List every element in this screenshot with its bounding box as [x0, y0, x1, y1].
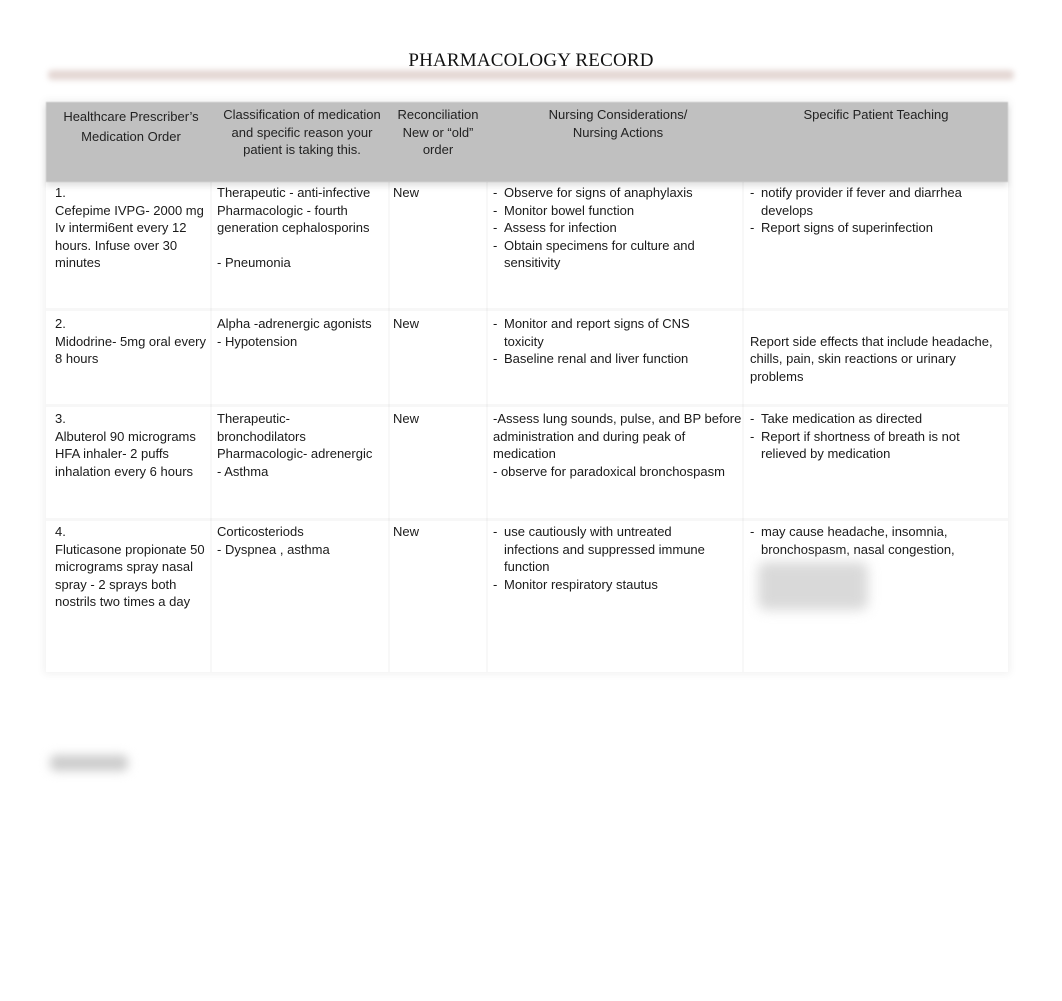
- medication-order-cell: 4. Fluticasone propionate 50 micrograms …: [55, 523, 211, 611]
- classification-line: Therapeutic - anti-infective: [217, 185, 371, 200]
- nursing-text: -Assess lung sounds, pulse, and BP befor…: [493, 411, 742, 461]
- row-number: 1.: [55, 185, 66, 200]
- teaching-list: notify provider if fever and diarrhea de…: [750, 184, 990, 237]
- nursing-item: Observe for signs of anaphylaxis: [493, 184, 741, 202]
- header-reconciliation: Reconciliation New or “old” order: [390, 106, 486, 159]
- header-line: order: [422, 142, 454, 157]
- teaching-item: Report if shortness of breath is not rel…: [750, 428, 990, 463]
- reconciliation-cell: New: [393, 411, 420, 426]
- classification-line: - Dyspnea , asthma: [217, 541, 330, 557]
- nursing-item: Monitor bowel function: [493, 202, 741, 220]
- header-line: and specific reason your: [231, 124, 373, 140]
- nursing-item: Monitor respiratory stautus: [493, 576, 723, 594]
- header-line: Nursing Considerations/: [548, 107, 688, 122]
- nursing-item: Monitor and report signs of CNS toxicity: [493, 315, 711, 350]
- classification-cell: Corticosteriods - Dyspnea , asthma: [217, 523, 389, 558]
- teaching-item: may cause headache, insomnia, bronchospa…: [750, 523, 976, 558]
- header-line: Nursing Actions: [572, 124, 664, 140]
- nursing-cell: -Assess lung sounds, pulse, and BP befor…: [493, 410, 745, 480]
- reconciliation-cell: New: [393, 316, 420, 331]
- teaching-item: Take medication as directed: [750, 410, 990, 428]
- classification-line: Alpha -adrenergic agonists: [217, 316, 372, 331]
- redacted-footer: [50, 755, 128, 771]
- row-divider: [46, 308, 1008, 311]
- row-divider: [46, 404, 1008, 407]
- header-medication-order: Healthcare Prescriber’s Medication Order: [50, 107, 212, 147]
- nursing-list: use cautiously with untreated infections…: [493, 523, 723, 593]
- classification-line: - Pneumonia: [217, 255, 291, 270]
- teaching-item: notify provider if fever and diarrhea de…: [750, 184, 990, 219]
- header-classification: Classification of medication and specifi…: [214, 106, 390, 159]
- medication-order-text: Midodrine- 5mg oral every 8 hours: [55, 333, 207, 367]
- nursing-item: Assess for infection: [493, 219, 741, 237]
- nursing-cell: Monitor and report signs of CNS toxicity…: [493, 315, 711, 368]
- classification-line: Corticosteriods: [217, 524, 304, 539]
- medication-order-cell: 1. Cefepime IVPG- 2000 mg Iv intermi6ent…: [55, 184, 211, 272]
- classification-line: - Asthma: [217, 463, 269, 479]
- classification-cell: Therapeutic- bronchodilators Pharmacolog…: [217, 410, 389, 480]
- medication-order-cell: 2. Midodrine- 5mg oral every 8 hours: [55, 315, 211, 368]
- medication-order-cell: 3. Albuterol 90 micrograms HFA inhaler- …: [55, 410, 211, 480]
- medication-order-text: Fluticasone propionate 50 micrograms spr…: [55, 541, 205, 610]
- header-nursing-considerations: Nursing Considerations/ Nursing Actions: [490, 106, 746, 141]
- header-line: Healthcare Prescriber’s: [63, 109, 199, 124]
- row-number: 3.: [55, 411, 66, 426]
- teaching-list: may cause headache, insomnia, bronchospa…: [750, 523, 976, 558]
- teaching-cell: notify provider if fever and diarrhea de…: [750, 184, 990, 237]
- nursing-list: Monitor and report signs of CNS toxicity…: [493, 315, 711, 368]
- header-line: Specific Patient Teaching: [803, 107, 949, 122]
- nursing-cell: Observe for signs of anaphylaxis Monitor…: [493, 184, 741, 272]
- nursing-text: - observe for paradoxical bronchospasm: [493, 463, 725, 479]
- teaching-cell: Take medication as directed Report if sh…: [750, 410, 990, 463]
- classification-line: - Hypotension: [217, 333, 298, 349]
- pharmacology-table: Healthcare Prescriber’s Medication Order…: [46, 102, 1008, 672]
- row-divider: [46, 518, 1008, 521]
- header-line: New or “old”: [402, 124, 474, 140]
- header-line: Reconciliation: [397, 107, 479, 122]
- header-patient-teaching: Specific Patient Teaching: [746, 106, 1006, 124]
- classification-line: Therapeutic-: [217, 411, 290, 426]
- row-number: 2.: [55, 316, 66, 331]
- teaching-cell: may cause headache, insomnia, bronchospa…: [750, 523, 976, 610]
- document-title: PHARMACOLOGY RECORD: [408, 50, 654, 71]
- redacted-content: [758, 562, 868, 610]
- title-divider: [48, 70, 1014, 80]
- nursing-cell: use cautiously with untreated infections…: [493, 523, 723, 593]
- medication-order-text: Albuterol 90 micrograms HFA inhaler- 2 p…: [55, 428, 196, 479]
- teaching-item: Report signs of superinfection: [750, 219, 990, 237]
- classification-cell: Therapeutic - anti-infective Pharmacolog…: [217, 184, 389, 272]
- teaching-cell: Report side effects that include headach…: [750, 333, 993, 384]
- reconciliation-cell: New: [393, 185, 420, 200]
- header-line: patient is taking this.: [243, 142, 361, 157]
- column-divider: [486, 182, 488, 672]
- nursing-item: use cautiously with untreated infections…: [493, 523, 723, 576]
- header-line: Classification of medication: [223, 107, 381, 122]
- nursing-item: Obtain specimens for culture and sensiti…: [493, 237, 741, 272]
- header-line: Medication Order: [81, 129, 181, 144]
- classification-cell: Alpha -adrenergic agonists - Hypotension: [217, 315, 389, 350]
- nursing-item: Baseline renal and liver function: [493, 350, 711, 368]
- medication-order-text: Cefepime IVPG- 2000 mg Iv intermi6ent ev…: [55, 202, 204, 271]
- classification-line: bronchodilators: [217, 428, 306, 444]
- teaching-list: Take medication as directed Report if sh…: [750, 410, 990, 463]
- row-number: 4.: [55, 524, 66, 539]
- classification-line: Pharmacologic- adrenergic: [217, 446, 373, 461]
- nursing-list: Observe for signs of anaphylaxis Monitor…: [493, 184, 741, 272]
- classification-line: Pharmacologic - fourth generation cephal…: [217, 202, 370, 236]
- reconciliation-cell: New: [393, 524, 420, 539]
